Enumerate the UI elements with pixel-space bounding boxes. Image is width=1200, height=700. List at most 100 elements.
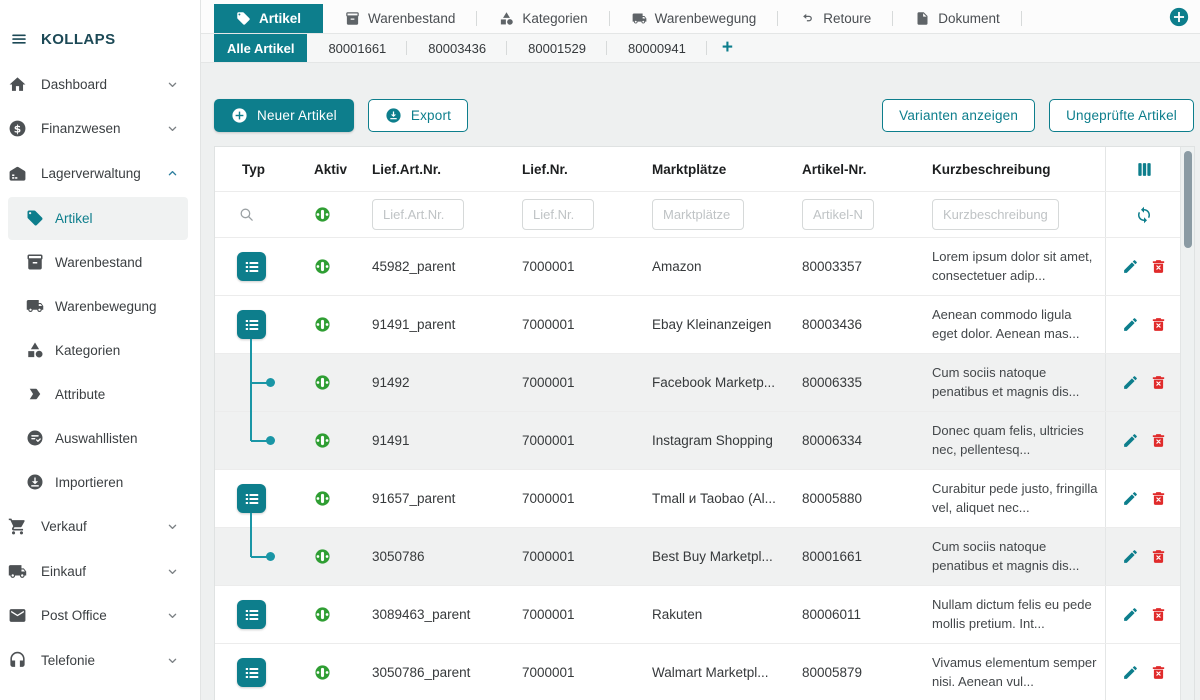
filter-lief-art-nr-input[interactable] <box>372 199 464 230</box>
table-row[interactable]: 91491 7000001 Instagram Shopping 8000633… <box>215 412 1182 470</box>
unchecked-articles-button[interactable]: Ungeprüfte Artikel <box>1049 99 1194 132</box>
tab-retoure[interactable]: Retoure <box>778 4 893 33</box>
edit-icon[interactable] <box>1122 316 1139 333</box>
sidebar-item-importieren[interactable]: Importieren <box>8 461 188 504</box>
active-status-icon[interactable] <box>314 664 331 681</box>
edit-icon[interactable] <box>1122 664 1139 681</box>
sidebar-item-warenbestand[interactable]: Warenbestand <box>8 241 188 284</box>
active-filter-icon[interactable] <box>314 206 331 223</box>
tab-warenbestand[interactable]: Warenbestand <box>323 4 477 33</box>
active-status-icon[interactable] <box>314 606 331 623</box>
delete-icon[interactable] <box>1150 606 1167 623</box>
col-header-actions <box>1105 147 1182 191</box>
edit-icon[interactable] <box>1122 606 1139 623</box>
variant-list-button[interactable] <box>237 252 266 281</box>
active-status-icon[interactable] <box>314 432 331 449</box>
sidebar-item-lagerverwaltung[interactable]: Lagerverwaltung <box>0 151 200 196</box>
tab-warenbewegung[interactable]: Warenbewegung <box>610 4 779 33</box>
variant-list-button[interactable] <box>237 484 266 513</box>
edit-icon[interactable] <box>1122 548 1139 565</box>
col-header-artikel-nr[interactable]: Artikel-Nr. <box>790 147 920 191</box>
cell-typ <box>215 586 300 643</box>
edit-icon[interactable] <box>1122 374 1139 391</box>
active-status-icon[interactable] <box>314 490 331 507</box>
table-row[interactable]: 91491_parent 7000001 Ebay Kleinanzeigen … <box>215 296 1182 354</box>
tab-dokument[interactable]: Dokument <box>893 4 1022 33</box>
table-row[interactable]: 3050786 7000001 Best Buy Marketpl... 800… <box>215 528 1182 586</box>
add-article-tab-button[interactable]: + <box>707 34 748 62</box>
variant-list-button[interactable] <box>237 600 266 629</box>
sidebar-item-artikel[interactable]: Artikel <box>8 197 188 240</box>
delete-icon[interactable] <box>1150 316 1167 333</box>
cell-lief-art-nr: 3050786_parent <box>360 644 510 700</box>
active-status-icon[interactable] <box>314 548 331 565</box>
active-status-icon[interactable] <box>314 374 331 391</box>
search-icon[interactable] <box>238 206 255 223</box>
refresh-icon[interactable] <box>1135 206 1153 224</box>
variant-list-button[interactable] <box>237 310 266 339</box>
delete-icon[interactable] <box>1150 548 1167 565</box>
box-icon <box>26 253 44 271</box>
filter-lief-nr-input[interactable] <box>522 199 594 230</box>
delete-icon[interactable] <box>1150 432 1167 449</box>
scrollbar-thumb[interactable] <box>1184 151 1192 248</box>
columns-icon[interactable] <box>1135 160 1154 179</box>
table-row[interactable]: 91492 7000001 Facebook Marketp... 800063… <box>215 354 1182 412</box>
filter-cell-aktiv <box>300 192 360 237</box>
cell-artikel-nr: 80003357 <box>790 238 920 295</box>
cell-artikel-nr: 80006011 <box>790 586 920 643</box>
new-article-button[interactable]: Neuer Artikel <box>214 99 354 132</box>
table-row[interactable]: 45982_parent 7000001 Amazon 80003357 Lor… <box>215 238 1182 296</box>
list-icon <box>242 315 262 335</box>
edit-icon[interactable] <box>1122 432 1139 449</box>
sidebar-item-post-office[interactable]: Post Office <box>0 594 200 639</box>
new-article-label: Neuer Artikel <box>257 108 337 123</box>
tab-artikel[interactable]: Artikel <box>214 4 323 33</box>
delete-icon[interactable] <box>1150 258 1167 275</box>
article-tab-alle-artikel[interactable]: Alle Artikel <box>214 34 307 62</box>
menu-icon[interactable] <box>10 30 28 48</box>
col-header-lief-nr[interactable]: Lief.Nr. <box>510 147 640 191</box>
col-header-marktplaetze[interactable]: Marktplätze <box>640 147 790 191</box>
article-tab-80001529[interactable]: 80001529 <box>507 34 607 62</box>
export-button[interactable]: Export <box>368 99 468 132</box>
document-icon <box>915 11 930 26</box>
table-row[interactable]: 91657_parent 7000001 Tmall и Taobao (Al.… <box>215 470 1182 528</box>
show-variants-button[interactable]: Varianten anzeigen <box>882 99 1035 132</box>
delete-icon[interactable] <box>1150 374 1167 391</box>
unchecked-articles-label: Ungeprüfte Artikel <box>1066 108 1177 123</box>
variant-list-button[interactable] <box>237 658 266 687</box>
edit-icon[interactable] <box>1122 490 1139 507</box>
add-module-tab-button[interactable] <box>1168 6 1190 28</box>
chevron-down-icon <box>165 77 180 92</box>
sidebar-item-dashboard[interactable]: Dashboard <box>0 62 200 107</box>
article-tab-80003436[interactable]: 80003436 <box>407 34 507 62</box>
table-row[interactable]: 3050786_parent 7000001 Walmart Marketpl.… <box>215 644 1182 700</box>
col-header-aktiv[interactable]: Aktiv <box>300 147 360 191</box>
filter-artikel-nr-input[interactable] <box>802 199 874 230</box>
col-header-lief-art-nr[interactable]: Lief.Art.Nr. <box>360 147 510 191</box>
sidebar-item-warenbewegung[interactable]: Warenbewegung <box>8 285 188 328</box>
sidebar-item-einkauf[interactable]: Einkauf <box>0 549 200 594</box>
filter-kurzbeschreibung-input[interactable] <box>932 199 1059 230</box>
sidebar-item-telefonie[interactable]: Telefonie <box>0 638 200 683</box>
active-status-icon[interactable] <box>314 258 331 275</box>
edit-icon[interactable] <box>1122 258 1139 275</box>
article-tab-80001661[interactable]: 80001661 <box>307 34 407 62</box>
table-row[interactable]: 3089463_parent 7000001 Rakuten 80006011 … <box>215 586 1182 644</box>
article-tab-80000941[interactable]: 80000941 <box>607 34 707 62</box>
tree-connector <box>250 339 252 354</box>
delete-icon[interactable] <box>1150 664 1167 681</box>
sidebar-item-attribute[interactable]: Attribute <box>8 373 188 416</box>
sidebar-item-verkauf[interactable]: Verkauf <box>0 505 200 550</box>
sidebar-item-kategorien[interactable]: Kategorien <box>8 329 188 372</box>
delete-icon[interactable] <box>1150 490 1167 507</box>
col-header-typ[interactable]: Typ <box>215 147 300 191</box>
table-scrollbar[interactable] <box>1180 147 1194 700</box>
sidebar-item-auswahllisten[interactable]: Auswahllisten <box>8 417 188 460</box>
filter-marktplaetze-input[interactable] <box>652 199 744 230</box>
col-header-kurzbeschreibung[interactable]: Kurzbeschreibung <box>920 147 1105 191</box>
active-status-icon[interactable] <box>314 316 331 333</box>
sidebar-item-finanzwesen[interactable]: $ Finanzwesen <box>0 107 200 152</box>
tab-kategorien[interactable]: Kategorien <box>477 4 609 33</box>
